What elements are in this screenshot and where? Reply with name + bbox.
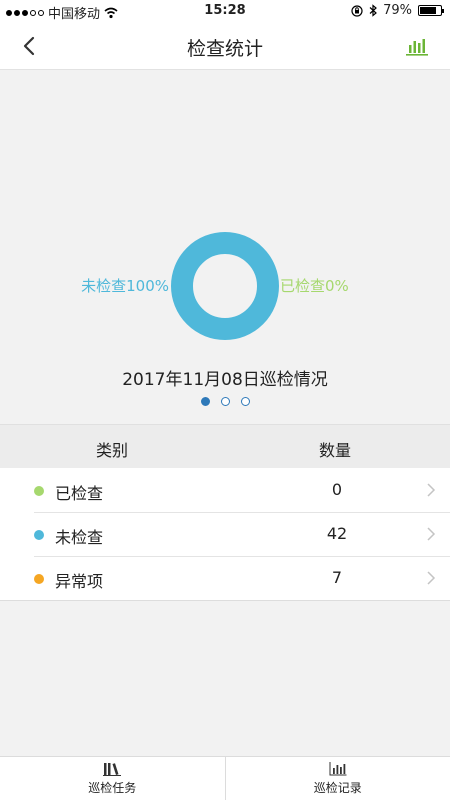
books-icon <box>103 763 122 776</box>
unchecked-percent-label: 未检查100% <box>81 277 169 295</box>
table-body: 已检查 0 未检查 42 异常项 7 <box>0 468 450 601</box>
chart-caption: 2017年11月08日巡检情况 <box>122 370 328 390</box>
tab-inspection-tasks[interactable]: 巡检任务 <box>0 757 225 800</box>
bar-chart-icon <box>329 762 347 776</box>
status-dot <box>34 530 44 540</box>
page-title: 检查统计 <box>186 38 263 60</box>
table-header: 类别 数量 <box>0 424 450 468</box>
row-count: 42 <box>326 524 348 543</box>
chevron-right-icon <box>427 527 436 541</box>
chevron-right-icon <box>427 483 436 497</box>
orientation-lock-icon <box>351 4 363 17</box>
status-bar: 中国移动 15:28 79% <box>0 0 450 22</box>
tab-label: 巡检任务 <box>88 781 137 795</box>
donut-slice-0 <box>171 232 279 340</box>
row-label: 已检查 <box>55 484 104 503</box>
table-row[interactable]: 异常项 7 <box>0 556 450 600</box>
tab-inspection-records[interactable]: 巡检记录 <box>224 757 450 800</box>
header-quantity: 数量 <box>319 441 352 460</box>
tab-label: 巡检记录 <box>313 781 362 795</box>
chevron-right-icon <box>427 571 436 585</box>
donut-chart <box>171 232 279 340</box>
status-right: 79% <box>351 3 444 18</box>
row-label: 未检查 <box>55 528 104 547</box>
row-count: 7 <box>331 568 343 587</box>
battery-percent: 79% <box>383 3 412 18</box>
page-dot-2[interactable] <box>240 397 250 406</box>
checked-percent-label: 已检查0% <box>280 277 349 295</box>
page-dot-1[interactable] <box>220 397 230 406</box>
navigation-bar: 检查统计 <box>0 22 450 70</box>
header-category: 类别 <box>96 441 129 460</box>
page-dot-0[interactable] <box>200 397 210 406</box>
table-row[interactable]: 未检查 42 <box>0 512 450 556</box>
table-row[interactable]: 已检查 0 <box>0 468 450 512</box>
row-count: 0 <box>331 480 343 499</box>
battery-icon <box>418 5 444 16</box>
page-indicator <box>0 397 450 406</box>
status-dot <box>34 574 44 584</box>
status-dot <box>34 486 44 496</box>
bar-chart-icon[interactable] <box>406 36 428 56</box>
row-label: 异常项 <box>55 572 104 591</box>
battery-level <box>420 7 436 14</box>
tab-bar: 巡检任务 巡检记录 <box>0 756 450 800</box>
bluetooth-icon <box>369 4 378 17</box>
